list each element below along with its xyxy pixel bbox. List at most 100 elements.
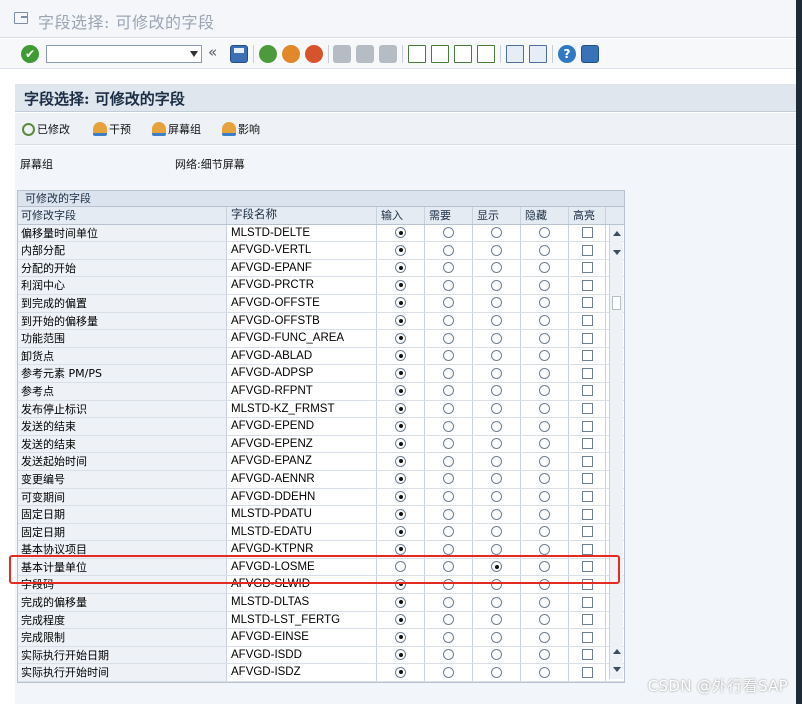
- hidden-radio[interactable]: [539, 227, 550, 239]
- display-radio[interactable]: [491, 666, 502, 678]
- highlight-checkbox[interactable]: [581, 385, 593, 397]
- required-radio[interactable]: [443, 631, 454, 643]
- hidden-radio[interactable]: [539, 491, 550, 502]
- hidden-radio[interactable]: [539, 526, 550, 538]
- column-header[interactable]: 输入: [377, 207, 425, 224]
- input-radio[interactable]: [395, 666, 406, 678]
- hidden-radio[interactable]: [539, 596, 550, 608]
- hidden-radio[interactable]: [539, 403, 550, 415]
- required-radio[interactable]: [443, 385, 454, 397]
- input-radio[interactable]: [395, 297, 406, 309]
- required-radio[interactable]: [443, 367, 454, 379]
- highlight-checkbox[interactable]: [581, 666, 593, 678]
- required-radio[interactable]: [443, 332, 454, 344]
- hidden-radio[interactable]: [539, 438, 550, 450]
- column-header[interactable]: 需要: [425, 207, 473, 224]
- highlight-checkbox[interactable]: [581, 315, 593, 327]
- hidden-radio[interactable]: [539, 244, 550, 256]
- hidden-radio[interactable]: [539, 666, 550, 678]
- hidden-radio[interactable]: [539, 543, 550, 555]
- cancel-icon[interactable]: [305, 45, 323, 63]
- highlight-checkbox[interactable]: [581, 367, 593, 379]
- input-radio[interactable]: [395, 455, 406, 467]
- required-radio[interactable]: [443, 438, 454, 450]
- display-radio[interactable]: [491, 614, 502, 626]
- hidden-radio[interactable]: [539, 367, 550, 379]
- intervention-button[interactable]: 干预: [93, 121, 131, 137]
- display-radio[interactable]: [491, 227, 502, 239]
- highlight-checkbox[interactable]: [581, 403, 593, 415]
- hidden-radio[interactable]: [539, 332, 550, 344]
- input-radio[interactable]: [395, 614, 406, 626]
- scroll-down-icon[interactable]: [613, 250, 621, 255]
- hidden-radio[interactable]: [539, 455, 550, 467]
- required-radio[interactable]: [443, 543, 454, 555]
- highlight-checkbox[interactable]: [581, 649, 593, 661]
- input-radio[interactable]: [395, 508, 406, 520]
- last-page-icon[interactable]: [477, 45, 495, 63]
- back-icon[interactable]: [259, 45, 277, 63]
- display-radio[interactable]: [491, 385, 502, 397]
- input-radio[interactable]: [395, 420, 406, 432]
- required-radio[interactable]: [443, 508, 454, 520]
- required-radio[interactable]: [443, 561, 454, 573]
- display-radio[interactable]: [491, 455, 502, 467]
- collapse-arrows-icon[interactable]: «: [208, 43, 217, 61]
- input-radio[interactable]: [395, 561, 406, 573]
- scroll-down-icon[interactable]: [613, 667, 621, 672]
- required-radio[interactable]: [443, 350, 454, 362]
- scroll-up-icon[interactable]: [613, 649, 621, 654]
- command-field[interactable]: [46, 45, 202, 63]
- highlight-checkbox[interactable]: [581, 561, 593, 573]
- column-header[interactable]: 字段名称: [227, 207, 377, 224]
- display-radio[interactable]: [491, 543, 502, 555]
- hidden-radio[interactable]: [539, 350, 550, 362]
- required-radio[interactable]: [443, 473, 454, 485]
- required-radio[interactable]: [443, 297, 454, 309]
- highlight-checkbox[interactable]: [581, 244, 593, 256]
- highlight-checkbox[interactable]: [581, 227, 593, 239]
- highlight-checkbox[interactable]: [581, 578, 593, 590]
- scroll-thumb[interactable]: [612, 296, 621, 310]
- required-radio[interactable]: [443, 578, 454, 590]
- shortcut-icon[interactable]: [529, 45, 547, 63]
- hidden-radio[interactable]: [539, 473, 550, 485]
- input-radio[interactable]: [395, 262, 406, 274]
- hidden-radio[interactable]: [539, 578, 550, 590]
- print-icon[interactable]: [333, 45, 351, 63]
- display-radio[interactable]: [491, 420, 502, 432]
- required-radio[interactable]: [443, 227, 454, 239]
- hidden-radio[interactable]: [539, 508, 550, 520]
- column-header[interactable]: 显示: [473, 207, 521, 224]
- influence-button[interactable]: 影响: [222, 121, 260, 137]
- first-page-icon[interactable]: [408, 45, 426, 63]
- display-radio[interactable]: [491, 649, 502, 661]
- highlight-checkbox[interactable]: [581, 526, 593, 538]
- highlight-checkbox[interactable]: [581, 491, 593, 502]
- display-radio[interactable]: [491, 561, 502, 573]
- display-radio[interactable]: [491, 315, 502, 327]
- input-radio[interactable]: [395, 385, 406, 397]
- column-header[interactable]: 高亮: [569, 207, 606, 224]
- input-radio[interactable]: [395, 350, 406, 362]
- input-radio[interactable]: [395, 332, 406, 344]
- input-radio[interactable]: [395, 491, 406, 502]
- highlight-checkbox[interactable]: [581, 508, 593, 520]
- highlight-checkbox[interactable]: [581, 350, 593, 362]
- modified-button[interactable]: 已修改: [22, 121, 70, 137]
- column-header[interactable]: 可修改字段: [18, 207, 227, 224]
- display-radio[interactable]: [491, 631, 502, 643]
- required-radio[interactable]: [443, 420, 454, 432]
- required-radio[interactable]: [443, 244, 454, 256]
- scroll-up-icon[interactable]: [613, 231, 621, 236]
- save-icon[interactable]: [230, 45, 248, 63]
- display-radio[interactable]: [491, 332, 502, 344]
- input-radio[interactable]: [395, 649, 406, 661]
- highlight-checkbox[interactable]: [581, 614, 593, 626]
- hidden-radio[interactable]: [539, 614, 550, 626]
- highlight-checkbox[interactable]: [581, 455, 593, 467]
- highlight-checkbox[interactable]: [581, 279, 593, 291]
- input-radio[interactable]: [395, 473, 406, 485]
- highlight-checkbox[interactable]: [581, 420, 593, 432]
- display-radio[interactable]: [491, 279, 502, 291]
